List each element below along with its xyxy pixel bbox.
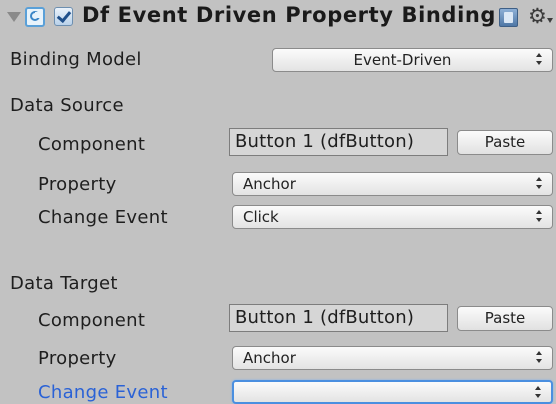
target-change-event-label: Change Event (38, 382, 168, 403)
target-property-dropdown[interactable]: Anchor (232, 346, 553, 370)
data-source-heading: Data Source (10, 95, 124, 116)
target-paste-button[interactable]: Paste (457, 306, 553, 331)
source-change-event-dropdown[interactable]: Click (232, 205, 553, 229)
target-property-label: Property (38, 348, 117, 369)
enabled-checkbox[interactable] (54, 7, 73, 26)
foldout-arrow-icon[interactable] (7, 12, 21, 22)
target-component-field[interactable]: Button 1 (dfButton) (229, 304, 448, 332)
help-icon[interactable] (499, 8, 518, 27)
binding-model-value: Event-Driven (353, 51, 452, 69)
source-component-label: Component (38, 134, 146, 155)
gear-icon[interactable]: ⚙ (528, 4, 553, 28)
dropdown-arrow-icon (547, 18, 553, 23)
dropdown-arrows-icon (536, 210, 543, 224)
source-property-label: Property (38, 174, 117, 195)
source-property-value: Anchor (243, 175, 296, 193)
binding-model-label: Binding Model (10, 49, 142, 70)
dropdown-arrows-icon (536, 177, 543, 191)
source-paste-button[interactable]: Paste (457, 130, 553, 155)
binding-model-dropdown[interactable]: Event-Driven (272, 48, 553, 72)
source-change-event-label: Change Event (38, 207, 168, 228)
dropdown-arrows-icon (536, 351, 543, 365)
dropdown-arrows-icon (535, 386, 542, 400)
dropdown-arrows-icon (536, 53, 543, 67)
source-property-dropdown[interactable]: Anchor (232, 172, 553, 196)
target-change-event-dropdown[interactable] (232, 380, 553, 404)
component-header: Df Event Driven Property Binding ⚙ (0, 0, 556, 40)
checkmark-icon (56, 7, 72, 24)
data-target-heading: Data Target (10, 273, 118, 294)
target-property-value: Anchor (243, 349, 296, 367)
target-component-label: Component (38, 310, 146, 331)
source-component-field[interactable]: Button 1 (dfButton) (229, 128, 448, 156)
script-icon (25, 7, 45, 27)
source-change-event-value: Click (243, 208, 279, 226)
component-title: Df Event Driven Property Binding (82, 3, 497, 27)
